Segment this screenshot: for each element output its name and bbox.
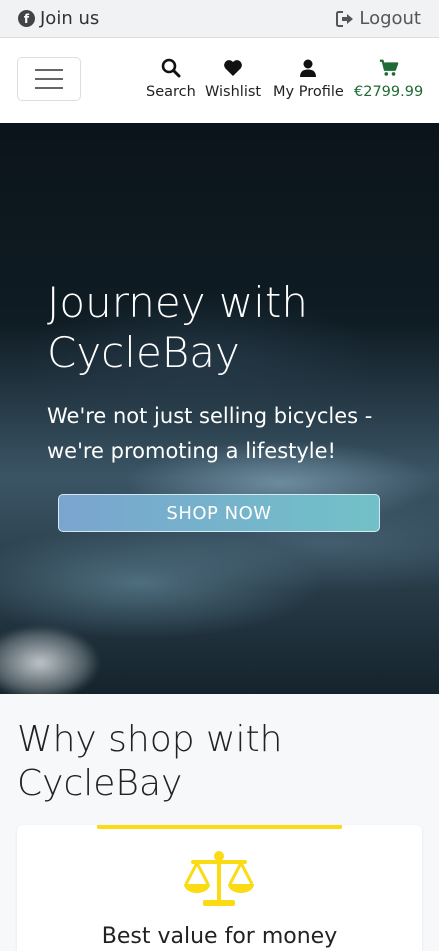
- logout-label: Logout: [359, 8, 421, 29]
- top-bar: f Join us Logout: [0, 0, 439, 38]
- feature-card-label: Best value for money: [101, 924, 338, 949]
- why-shop-heading: Why shop with CycleBay: [17, 719, 283, 804]
- balance-scale-icon: [184, 851, 254, 906]
- hamburger-line: [35, 78, 63, 80]
- hamburger-line: [35, 69, 63, 71]
- hero-background-image: [0, 593, 140, 694]
- logout-link[interactable]: Logout: [336, 8, 421, 29]
- sign-out-icon: [336, 10, 354, 27]
- hero-title: Journey with CycleBay: [47, 278, 309, 377]
- join-us-label: Join us: [40, 8, 100, 29]
- heart-icon: [224, 60, 242, 76]
- menu-toggle-button[interactable]: [17, 57, 81, 101]
- search-icon: [161, 58, 181, 78]
- facebook-icon: f: [18, 10, 35, 27]
- card-accent-bar: [97, 825, 342, 829]
- main-navbar: Search Wishlist My Profile €2799.99: [0, 38, 439, 123]
- nav-wishlist[interactable]: Wishlist: [205, 58, 261, 100]
- hero-banner: Journey with CycleBay We're not just sel…: [0, 123, 439, 694]
- nav-cart[interactable]: €2799.99: [354, 58, 423, 100]
- hamburger-line: [35, 87, 63, 89]
- nav-wishlist-label: Wishlist: [205, 84, 262, 100]
- feature-card: Best value for money: [17, 825, 422, 951]
- shop-now-button[interactable]: SHOP NOW: [58, 494, 380, 532]
- nav-profile[interactable]: My Profile: [273, 58, 344, 100]
- nav-profile-label: My Profile: [273, 84, 344, 100]
- hero-subtitle: We're not just selling bicycles - we're …: [47, 404, 373, 463]
- nav-search-label: Search: [146, 84, 196, 100]
- join-us-link[interactable]: f Join us: [18, 8, 99, 29]
- nav-search[interactable]: Search: [146, 58, 196, 100]
- cart-total: €2799.99: [354, 84, 424, 100]
- user-icon: [300, 59, 317, 77]
- shopping-cart-icon: [379, 59, 398, 76]
